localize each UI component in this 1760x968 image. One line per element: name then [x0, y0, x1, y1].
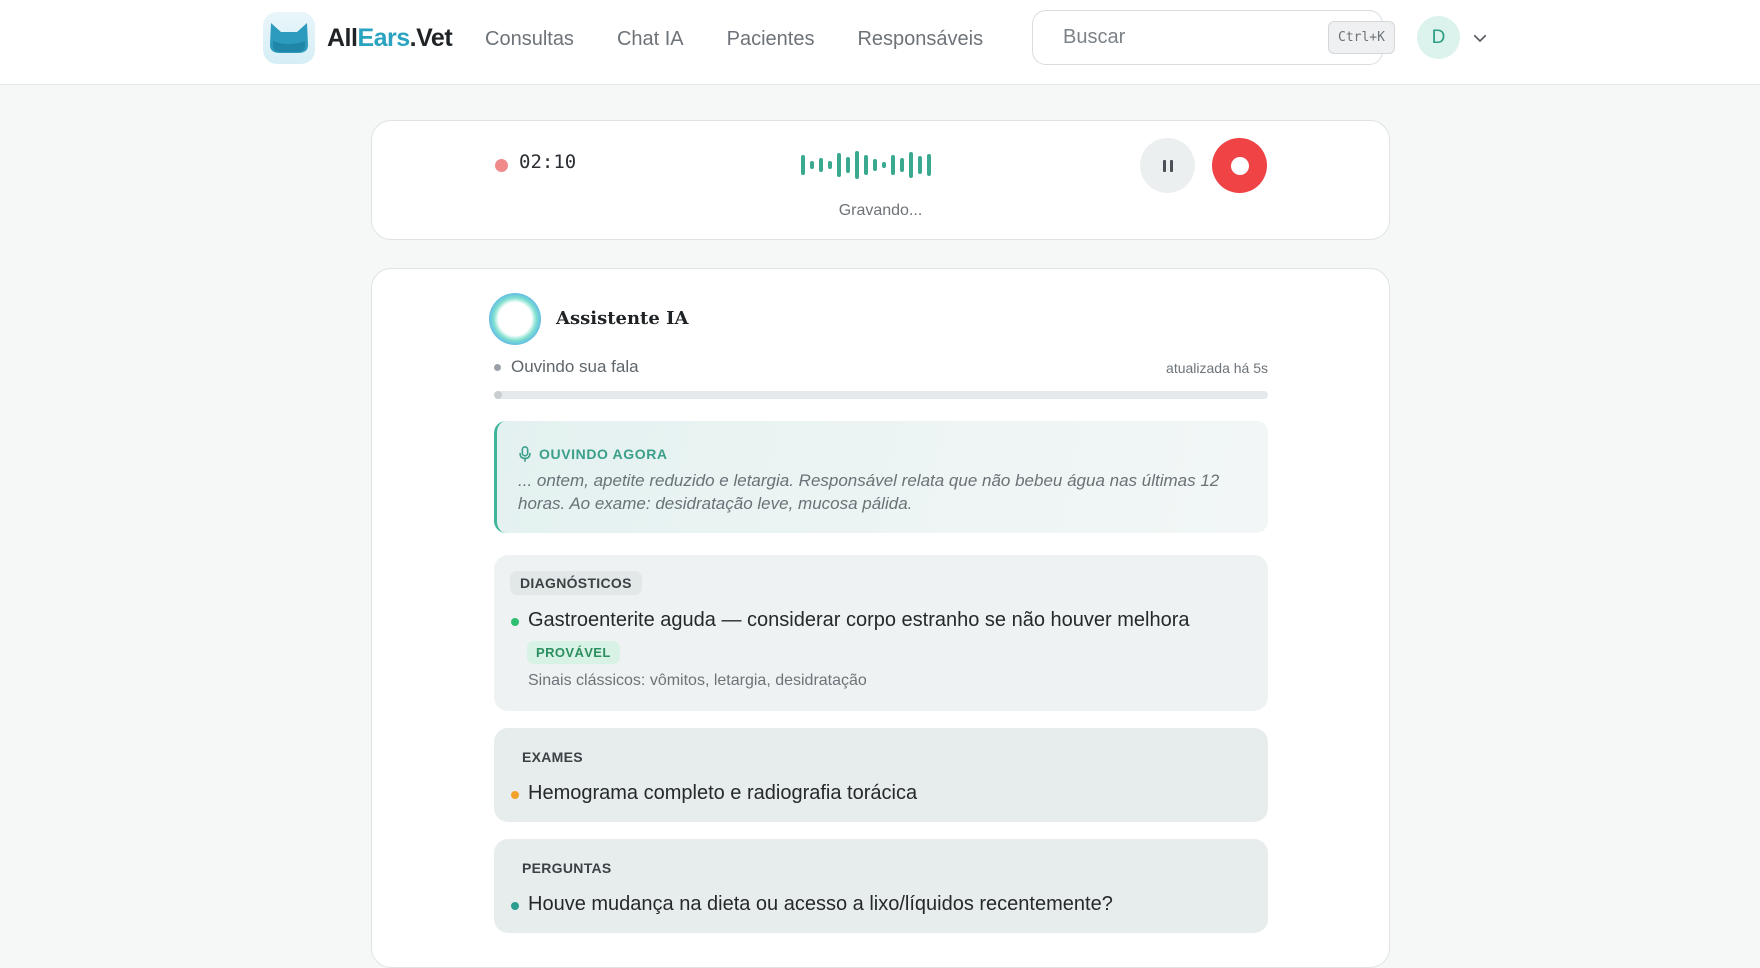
diagnosis-item[interactable]: Gastroenterite aguda — considerar corpo … — [528, 609, 1190, 632]
questions-section: PERGUNTAS Houve mudança na dieta ou aces… — [494, 839, 1268, 933]
search-input[interactable] — [1063, 26, 1328, 49]
recording-timer: 02:10 — [519, 151, 577, 173]
updated-timestamp: atualizada há 5s — [1166, 360, 1268, 376]
search-box[interactable]: Ctrl+K — [1032, 10, 1395, 65]
ai-assistant-card: Assistente IA Ouvindo sua fala atualizad… — [371, 268, 1390, 968]
nav-item-chat-ia[interactable]: Chat IA — [617, 22, 684, 56]
brand-logo[interactable]: AllEars.Vet — [263, 12, 453, 64]
exam-item[interactable]: Hemograma completo e radiografia torácic… — [528, 782, 917, 805]
cat-logo-icon — [263, 12, 315, 64]
pause-button[interactable] — [1140, 138, 1195, 193]
stop-icon — [1230, 156, 1249, 175]
live-transcript-text: ... ontem, apetite reduzido e letargia. … — [518, 471, 1220, 513]
diagnoses-section: DIAGNÓSTICOS Gastroenterite aguda — cons… — [494, 555, 1268, 711]
analysis-progress-bar — [494, 391, 1268, 399]
pause-icon — [1162, 159, 1173, 172]
live-label: OUVINDO AGORA — [518, 446, 668, 462]
main-nav: Consultas Chat IA Pacientes Responsáveis — [485, 22, 1026, 56]
recording-status: Gravando... — [838, 202, 923, 219]
exam-dot — [511, 791, 519, 799]
exams-section: EXAMES Hemograma completo e radiografia … — [494, 728, 1268, 822]
microphone-icon — [519, 446, 531, 462]
recording-indicator-dot — [495, 159, 508, 172]
diagnosis-detail: Sinais clássicos: vômitos, letargia, des… — [528, 672, 867, 689]
exams-label: EXAMES — [522, 749, 583, 765]
diagnoses-label: DIAGNÓSTICOS — [510, 571, 642, 595]
listening-status-row: Ouvindo sua fala atualizada há 5s — [494, 357, 1268, 379]
nav-item-responsaveis[interactable]: Responsáveis — [857, 22, 983, 56]
analysis-progress-fill — [494, 391, 502, 399]
diagnosis-dot — [511, 618, 519, 626]
listening-status: Ouvindo sua fala — [511, 357, 639, 376]
recorder-card: 02:10 Gravando... — [371, 120, 1390, 240]
nav-item-consultas[interactable]: Consultas — [485, 22, 574, 56]
question-dot — [511, 902, 519, 910]
search-shortcut-hint: Ctrl+K — [1328, 21, 1395, 54]
stop-recording-button[interactable] — [1212, 138, 1267, 193]
audio-waveform-icon — [801, 151, 931, 179]
assistant-title: Assistente IA — [556, 308, 689, 329]
user-avatar[interactable]: D — [1417, 16, 1460, 59]
ai-orb-icon — [489, 293, 541, 345]
chevron-down-icon[interactable] — [1471, 29, 1489, 47]
probability-badge: PROVÁVEL — [527, 641, 620, 664]
top-navigation-bar: AllEars.Vet Consultas Chat IA Pacientes … — [0, 0, 1760, 85]
questions-label: PERGUNTAS — [522, 860, 612, 876]
live-transcript-box: OUVINDO AGORA ... ontem, apetite reduzid… — [494, 421, 1268, 533]
question-item[interactable]: Houve mudança na dieta ou acesso a lixo/… — [528, 893, 1113, 916]
listening-dot — [494, 364, 501, 371]
nav-item-pacientes[interactable]: Pacientes — [727, 22, 815, 56]
live-label-text: OUVINDO AGORA — [539, 446, 668, 462]
brand-name: AllEars.Vet — [327, 23, 453, 52]
